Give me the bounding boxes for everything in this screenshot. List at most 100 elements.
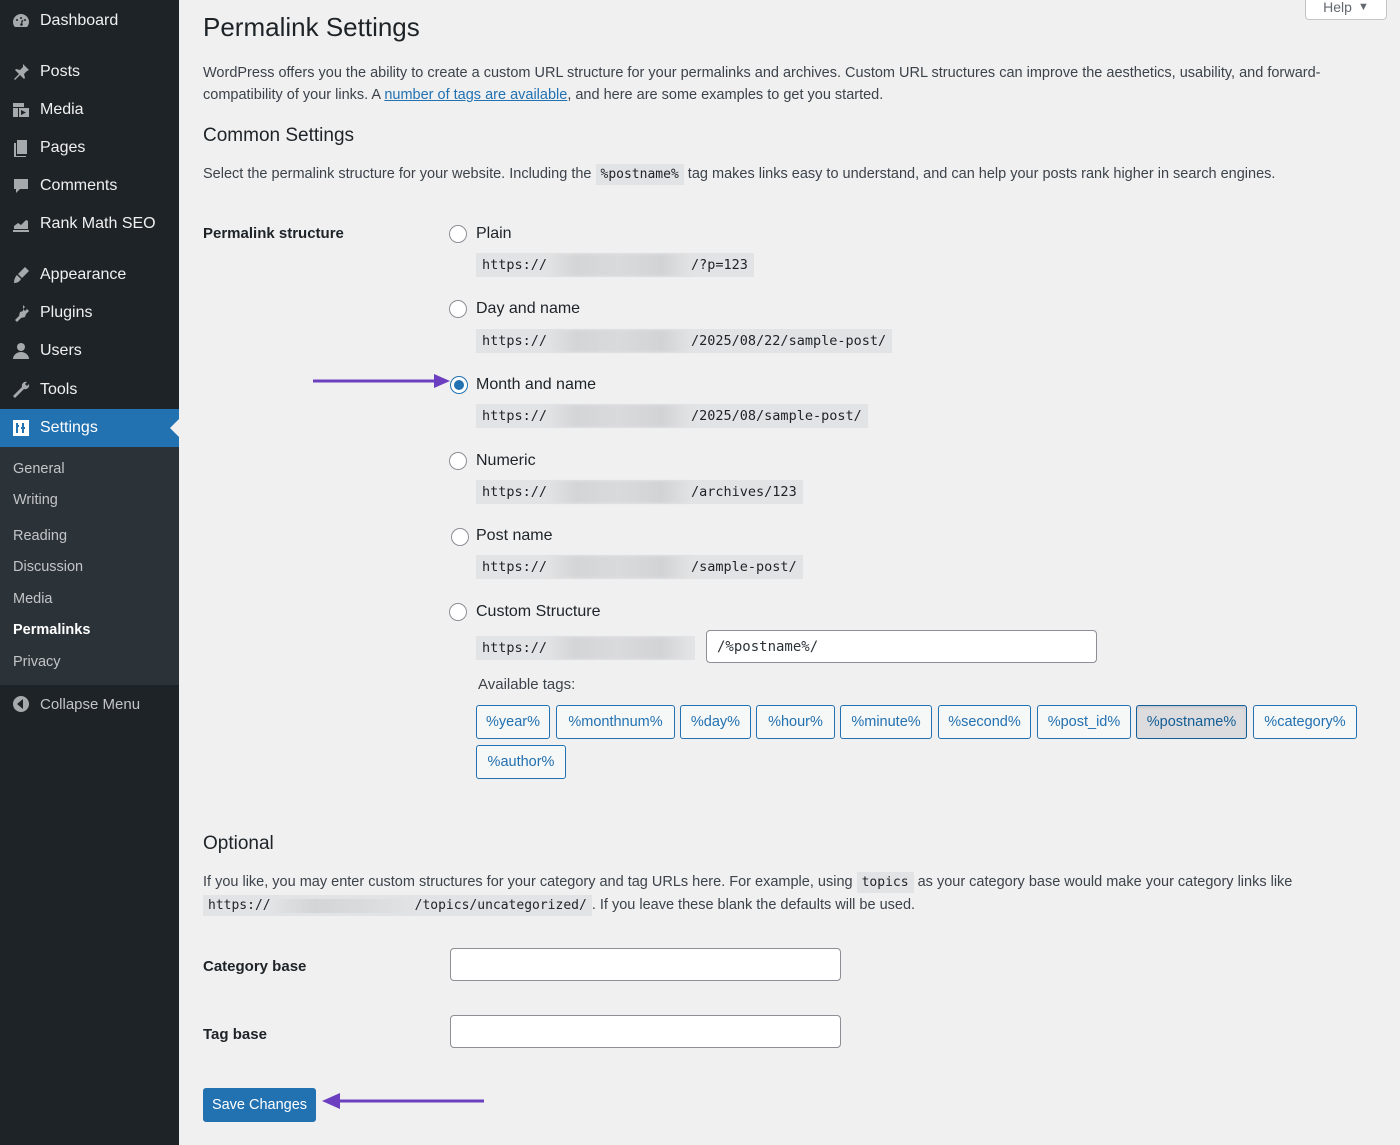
chart-icon — [10, 213, 32, 235]
option-label-month-and-name[interactable]: Month and name — [476, 376, 596, 394]
option-label-plain[interactable]: Plain — [476, 225, 512, 243]
menu-label: Rank Math SEO — [40, 215, 156, 232]
brush-icon — [10, 264, 32, 286]
menu-item-dashboard[interactable]: Dashboard — [0, 2, 179, 40]
wrench-icon — [10, 379, 32, 401]
url-prefix: https:// — [482, 257, 548, 273]
annotation-arrow-icon — [322, 1093, 484, 1109]
menu-label: Settings — [40, 419, 98, 436]
menu-item-tools[interactable]: Tools — [0, 371, 179, 409]
url-prefix: https:// — [482, 640, 548, 656]
tag-base-input[interactable] — [450, 1015, 841, 1048]
example-suffix: /topics/uncategorized/ — [414, 898, 587, 913]
available-tags-label: Available tags: — [478, 676, 576, 693]
opt-desc-text: If you like, you may enter custom struct… — [203, 874, 857, 890]
menu-label: Posts — [40, 63, 81, 80]
menu-item-media[interactable]: Media — [0, 91, 179, 129]
url-example-post-name: https:// /sample-post/ — [476, 555, 803, 579]
submenu-permalinks[interactable]: Permalinks — [13, 622, 90, 638]
desc-text: Select the permalink structure for your … — [203, 166, 596, 182]
submenu-general[interactable]: General — [13, 461, 65, 477]
tag-button-hour[interactable]: %hour% — [756, 705, 835, 739]
radio-plain[interactable] — [449, 225, 467, 243]
menu-item-posts[interactable]: Posts — [0, 53, 179, 91]
option-label-day-and-name[interactable]: Day and name — [476, 300, 580, 318]
menu-label: Plugins — [40, 304, 93, 321]
submenu-privacy[interactable]: Privacy — [13, 654, 61, 670]
redacted-domain — [547, 405, 692, 427]
collapse-label: Collapse Menu — [40, 695, 141, 713]
custom-structure-input[interactable]: /%postname%/ — [706, 630, 1097, 663]
tag-button-minute[interactable]: %minute% — [840, 705, 932, 739]
menu-item-appearance[interactable]: Appearance — [0, 256, 179, 294]
opt-desc-end: . If you leave these blank the defaults … — [591, 897, 916, 913]
optional-description: If you like, you may enter custom struct… — [203, 871, 1353, 917]
submenu-media[interactable]: Media — [13, 591, 53, 607]
redacted-domain — [547, 481, 692, 503]
optional-heading: Optional — [203, 833, 274, 854]
page-title: Permalink Settings — [203, 12, 420, 42]
permalink-structure-label: Permalink structure — [203, 225, 344, 242]
tag-button-monthnum[interactable]: %monthnum% — [556, 705, 675, 739]
tag-button-post-id[interactable]: %post_id% — [1037, 705, 1131, 739]
menu-item-pages[interactable]: Pages — [0, 129, 179, 167]
tag-button-author[interactable]: %author% — [476, 745, 566, 779]
menu-label: Tools — [40, 381, 78, 398]
user-icon — [10, 340, 32, 362]
radio-post-name[interactable] — [451, 528, 469, 546]
save-changes-button[interactable]: Save Changes — [203, 1088, 316, 1122]
pin-icon — [10, 61, 32, 83]
menu-item-users[interactable]: Users — [0, 332, 179, 370]
radio-month-and-name[interactable] — [450, 376, 468, 394]
opt-desc-mid: as your category base would make your ca… — [913, 874, 1293, 890]
settings-icon — [10, 417, 32, 439]
menu-item-comments[interactable]: Comments — [0, 167, 179, 205]
menu-label: Comments — [40, 177, 118, 194]
option-label-post-name[interactable]: Post name — [476, 527, 552, 545]
tags-link[interactable]: number of tags are available — [384, 87, 567, 103]
submenu-reading[interactable]: Reading — [13, 528, 67, 544]
url-prefix: https:// — [482, 333, 548, 349]
submenu-writing[interactable]: Writing — [13, 492, 58, 508]
menu-label: Dashboard — [40, 12, 119, 29]
redacted-domain — [547, 330, 692, 352]
tag-button-category[interactable]: %category% — [1253, 705, 1357, 739]
option-label-numeric[interactable]: Numeric — [476, 452, 536, 470]
url-suffix: /archives/123 — [691, 484, 797, 500]
redacted-domain — [547, 637, 689, 659]
menu-item-plugins[interactable]: Plugins — [0, 294, 179, 332]
redacted-domain — [547, 556, 692, 578]
help-tab-button[interactable]: Help ▼ — [1305, 0, 1387, 20]
menu-item-rank-math[interactable]: Rank Math SEO — [0, 205, 179, 243]
url-example-plain: https:// /?p=123 — [476, 253, 754, 277]
annotation-arrow-icon — [313, 374, 450, 388]
settings-submenu: General Writing Reading Discussion Media… — [0, 447, 179, 685]
collapse-menu-button[interactable]: Collapse Menu — [0, 685, 179, 723]
menu-item-settings[interactable]: Settings — [0, 409, 179, 447]
redacted-domain — [270, 898, 415, 913]
radio-custom-structure[interactable] — [449, 603, 467, 621]
pages-icon — [10, 137, 32, 159]
intro-text-end: , and here are some examples to get you … — [567, 87, 884, 103]
caret-down-icon: ▼ — [1357, 0, 1369, 13]
help-label: Help — [1323, 0, 1352, 15]
category-base-input[interactable] — [450, 948, 841, 981]
common-settings-heading: Common Settings — [203, 125, 355, 146]
topics-code: topics — [856, 872, 914, 893]
menu-label: Pages — [40, 139, 86, 156]
dashboard-icon — [10, 10, 32, 32]
submenu-discussion[interactable]: Discussion — [13, 559, 83, 575]
category-base-label: Category base — [203, 958, 307, 975]
tag-button-day[interactable]: %day% — [680, 705, 751, 739]
tag-button-postname[interactable]: %postname% — [1136, 705, 1247, 739]
url-example-day-and-name: https:// /2025/08/22/sample-post/ — [476, 329, 893, 353]
radio-numeric[interactable] — [449, 452, 467, 470]
tag-button-year[interactable]: %year% — [476, 705, 550, 739]
menu-label: Users — [40, 342, 82, 359]
url-suffix: /sample-post/ — [691, 559, 797, 575]
redacted-domain — [547, 254, 692, 276]
tag-button-second[interactable]: %second% — [938, 705, 1031, 739]
desc-text-end: tag makes links easy to understand, and … — [683, 166, 1276, 182]
radio-day-and-name[interactable] — [449, 300, 467, 318]
option-label-custom-structure[interactable]: Custom Structure — [476, 603, 600, 621]
